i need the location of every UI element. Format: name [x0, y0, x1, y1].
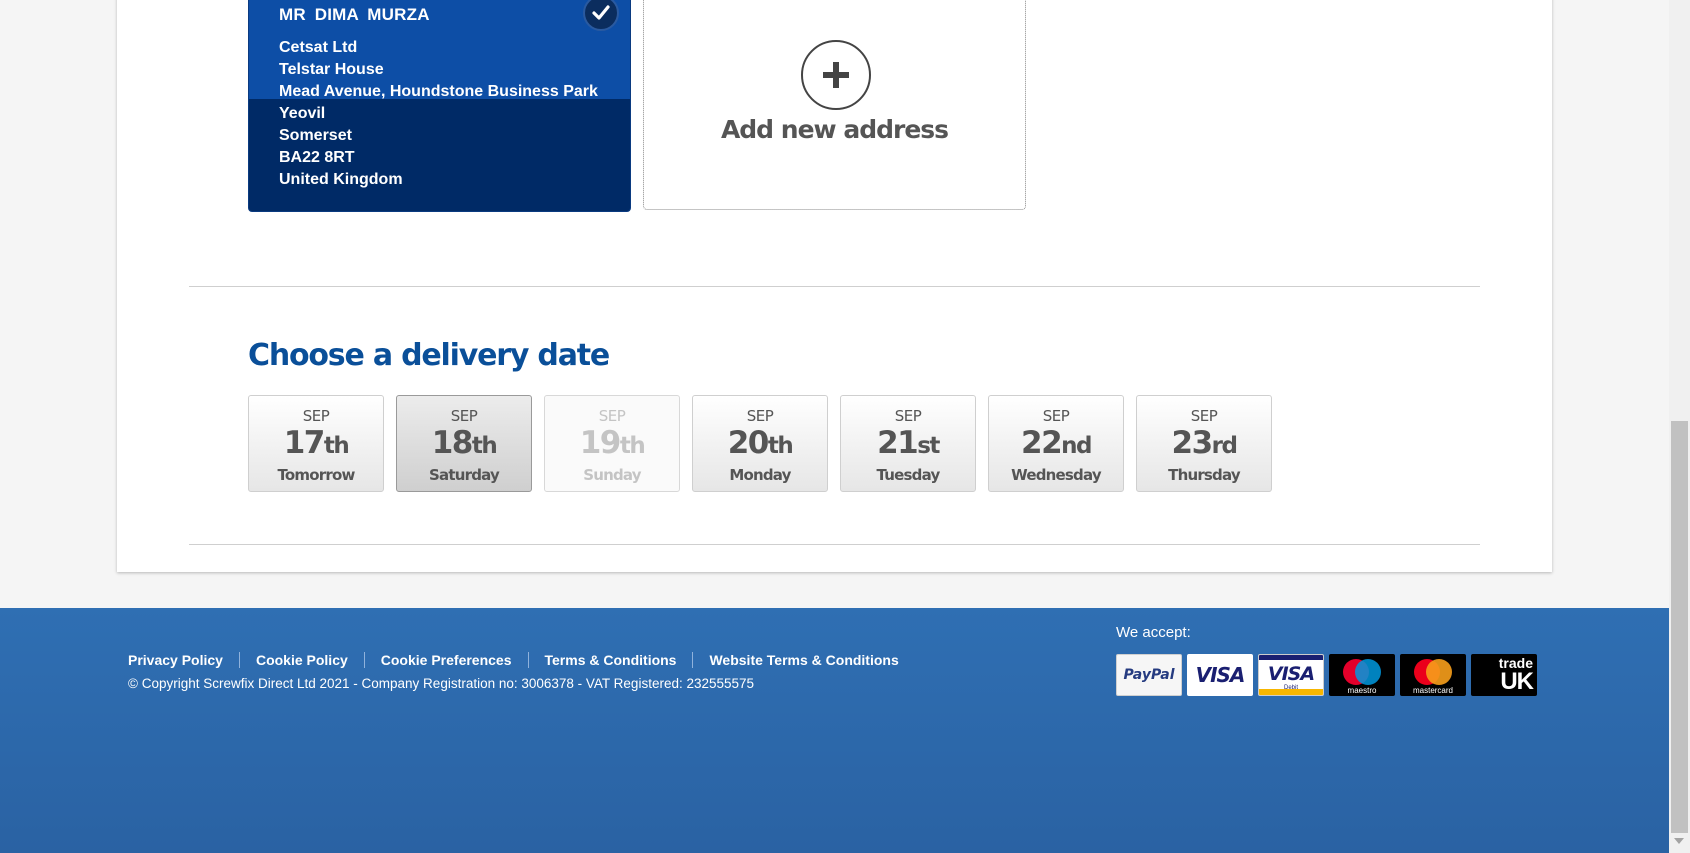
- date-month: SEP: [894, 407, 922, 425]
- date-month: SEP: [302, 407, 330, 425]
- website-terms-link[interactable]: Website Terms & Conditions: [692, 652, 914, 668]
- date-day-suffix: th: [471, 433, 498, 459]
- maestro-logo: maestro: [1329, 654, 1395, 696]
- date-day-number: 19: [579, 425, 622, 461]
- date-day-suffix: th: [767, 433, 794, 459]
- date-option[interactable]: SEP 22nd Wednesday: [988, 395, 1124, 492]
- date-label: Thursday: [1168, 466, 1241, 484]
- date-day: 17th: [249, 425, 383, 461]
- date-label: Sunday: [583, 466, 641, 484]
- date-day: 21st: [841, 425, 975, 461]
- visa-debit-text: VISA: [1267, 662, 1315, 685]
- date-day: 22nd: [989, 425, 1123, 461]
- date-label: Wednesday: [1011, 466, 1101, 484]
- date-day-suffix: nd: [1061, 433, 1092, 459]
- visa-logo: VISA: [1187, 654, 1253, 696]
- plus-icon: [801, 40, 871, 110]
- address-name: MR DIMA MURZA: [279, 5, 430, 24]
- mastercard-text: mastercard: [1412, 685, 1453, 695]
- date-day-suffix: th: [323, 433, 350, 459]
- add-new-address-label: Add new address: [720, 115, 949, 144]
- date-day: 20th: [693, 425, 827, 461]
- address-line: BA22 8RT: [279, 149, 355, 166]
- date-day-number: 23: [1171, 425, 1214, 461]
- address-line: Cetsat Ltd: [279, 39, 358, 56]
- date-label: Saturday: [429, 466, 500, 484]
- date-label: Tuesday: [876, 466, 941, 484]
- date-day-suffix: th: [619, 433, 646, 459]
- date-day-number: 18: [431, 425, 474, 461]
- date-option[interactable]: SEP 21st Tuesday: [840, 395, 976, 492]
- scrollbar-thumb[interactable]: [1671, 421, 1688, 833]
- date-day-number: 22: [1021, 425, 1063, 461]
- address-line: Somerset: [279, 127, 352, 144]
- trade-uk-bottom: UK: [1500, 668, 1534, 695]
- date-option-disabled: SEP 19th Sunday: [544, 395, 680, 492]
- cookie-policy-link[interactable]: Cookie Policy: [238, 652, 364, 668]
- address-line: Yeovil: [279, 105, 326, 122]
- selected-address-card[interactable]: MR DIMA MURZA Cetsat Ltd Telstar House M…: [248, 0, 631, 212]
- footer-links: Privacy Policy Cookie Policy Cookie Pref…: [128, 652, 915, 668]
- payment-cards: PayPal VISA VISA Debit maestro mastercar…: [1116, 654, 1537, 696]
- trade-uk-logo: trade UK: [1471, 654, 1537, 696]
- date-day: 23rd: [1137, 425, 1271, 461]
- date-day-number: 17: [283, 425, 326, 461]
- date-day-number: 20: [727, 425, 770, 461]
- scroll-down-icon[interactable]: [1674, 838, 1684, 844]
- divider: [189, 286, 1480, 287]
- terms-conditions-link[interactable]: Terms & Conditions: [527, 652, 693, 668]
- site-footer: Privacy Policy Cookie Policy Cookie Pref…: [0, 608, 1669, 853]
- date-label: Tomorrow: [277, 466, 355, 484]
- paypal-logo: PayPal: [1116, 654, 1182, 696]
- we-accept-label: We accept:: [1116, 624, 1191, 641]
- address-line: Telstar House: [279, 61, 384, 78]
- divider: [189, 544, 1480, 545]
- date-option-selected[interactable]: SEP 18th Saturday: [396, 395, 532, 492]
- date-month: SEP: [598, 407, 626, 425]
- privacy-policy-link[interactable]: Privacy Policy: [128, 652, 239, 668]
- copyright-text: © Copyright Screwfix Direct Ltd 2021 - C…: [128, 676, 755, 691]
- address-lines: Cetsat Ltd Telstar House Mead Avenue, Ho…: [279, 37, 599, 191]
- address-line: United Kingdom: [279, 171, 403, 188]
- page-scrollbar[interactable]: [1669, 0, 1690, 853]
- check-icon: [583, 0, 619, 31]
- date-option[interactable]: SEP 23rd Thursday: [1136, 395, 1272, 492]
- date-month: SEP: [450, 407, 478, 425]
- delivery-date-title: Choose a delivery date: [248, 338, 610, 373]
- date-day: 18th: [397, 425, 531, 461]
- visa-text: VISA: [1195, 663, 1246, 687]
- delivery-date-list: SEP 17th Tomorrow SEP 18th Saturday SEP …: [248, 395, 1272, 492]
- date-day: 19th: [545, 425, 679, 461]
- address-line: Mead Avenue, Houndstone Business Park: [279, 83, 598, 100]
- add-new-address-button[interactable]: Add new address: [643, 0, 1026, 210]
- paypal-text: PayPal: [1123, 667, 1175, 683]
- date-day-number: 21: [877, 425, 919, 461]
- visa-debit-logo: VISA Debit: [1258, 654, 1324, 696]
- maestro-text: maestro: [1347, 685, 1377, 695]
- date-month: SEP: [1042, 407, 1070, 425]
- date-day-suffix: rd: [1211, 433, 1238, 459]
- date-month: SEP: [1190, 407, 1218, 425]
- date-label: Monday: [729, 466, 791, 484]
- mastercard-logo: mastercard: [1400, 654, 1466, 696]
- date-option[interactable]: SEP 20th Monday: [692, 395, 828, 492]
- date-month: SEP: [746, 407, 774, 425]
- cookie-preferences-link[interactable]: Cookie Preferences: [363, 652, 528, 668]
- date-option[interactable]: SEP 17th Tomorrow: [248, 395, 384, 492]
- date-day-suffix: st: [917, 433, 940, 459]
